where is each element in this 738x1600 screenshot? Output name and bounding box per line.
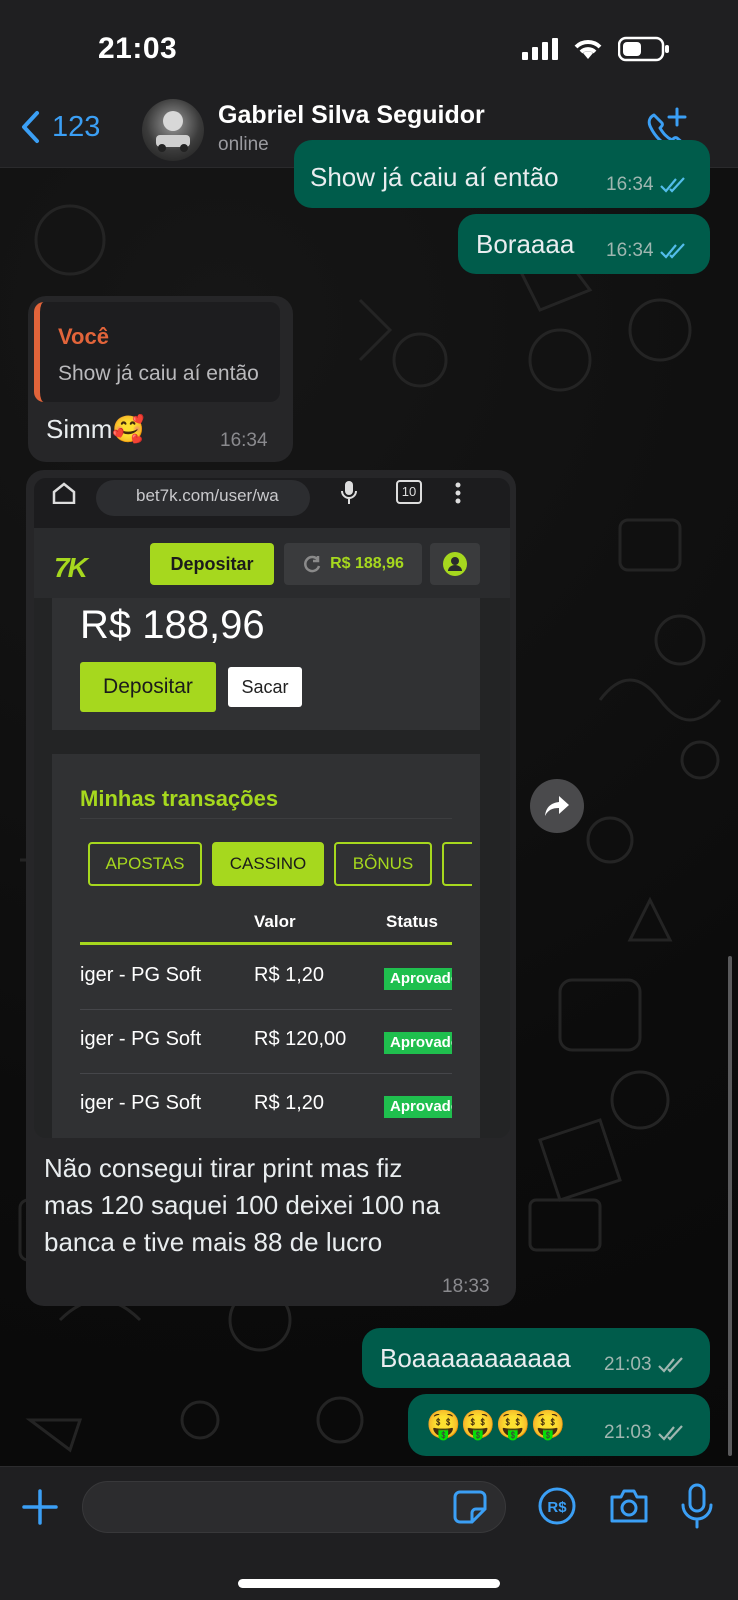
table-row: iger - PG Soft R$ 120,00 Aprovado: [80, 1010, 452, 1074]
cell-game: iger - PG Soft: [80, 964, 202, 986]
browser-url-bar: bet7k.com/user/wa 10: [34, 478, 510, 528]
tab-partial: [442, 842, 472, 886]
scrollbar[interactable]: [728, 956, 732, 1456]
balance-card: R$ 188,96 Depositar Sacar: [52, 598, 480, 730]
more-vert-icon: [455, 482, 461, 504]
timestamp: 18:33: [442, 1276, 490, 1297]
message-bubble-in[interactable]: bet7k.com/user/wa 10 7K Depositar R$ 188…: [26, 470, 516, 1306]
transactions-card: Minhas transações APOSTAS CASSINO BÔNUS …: [52, 754, 480, 1138]
status-bar: 21:03: [0, 0, 738, 95]
cell-game: iger - PG Soft: [80, 1028, 202, 1050]
reply-text: Show já caiu aí então: [58, 362, 259, 385]
wifi-icon: [574, 40, 602, 59]
divider: [80, 818, 452, 819]
double-check-icon: [657, 1425, 683, 1441]
message-bubble-out[interactable]: Boaaaaaaaaaaa 21:03: [362, 1328, 710, 1388]
microphone-icon[interactable]: [680, 1483, 714, 1529]
tab-cassino: CASSINO: [212, 842, 324, 886]
image-caption: Não consegui tirar print mas fiz mas 120…: [44, 1153, 441, 1257]
message-time: 21:03: [604, 1422, 686, 1444]
message-time: 16:34: [606, 240, 688, 262]
home-icon: [52, 482, 76, 504]
brand-logo: 7K: [54, 552, 88, 583]
message-bubble-out[interactable]: Boraaaa 16:34: [458, 214, 710, 274]
reply-author: Você: [58, 324, 109, 349]
transactions-title: Minhas transações: [80, 786, 279, 811]
camera-icon[interactable]: [608, 1487, 650, 1525]
cell-game: iger - PG Soft: [80, 1092, 202, 1114]
back-button[interactable]: 123: [20, 110, 100, 144]
message-text: Boaaaaaaaaaaa: [380, 1343, 571, 1373]
cell-value: R$ 1,20: [254, 1092, 325, 1114]
message-time: 16:34: [606, 174, 688, 196]
withdraw-button: Sacar: [228, 667, 302, 707]
message-input-bar: R$: [0, 1466, 738, 1600]
nav-user-button: [430, 543, 480, 585]
unread-count: 123: [52, 110, 101, 143]
forward-icon: [545, 796, 569, 816]
site-navbar: 7K Depositar R$ 188,96: [34, 528, 510, 598]
message-time: 16:34: [220, 430, 268, 452]
message-text: Boraaaa: [476, 229, 575, 259]
avatar[interactable]: [142, 99, 204, 161]
table-row: iger - PG Soft R$ 1,20 Aprovado: [80, 946, 452, 1010]
status-badge: Aprovado: [384, 1096, 452, 1118]
timestamp: 21:03: [604, 1354, 652, 1375]
svg-text:R$: R$: [547, 1499, 567, 1516]
message-bubble-out[interactable]: 🤑🤑🤑🤑 21:03: [408, 1394, 710, 1456]
timestamp: 16:34: [606, 174, 654, 195]
table-row: iger - PG Soft R$ 1,20 Aprovado: [80, 1074, 452, 1138]
forward-button[interactable]: [530, 779, 584, 833]
tab-count: 10: [396, 480, 422, 504]
status-icons: [522, 36, 670, 62]
column-header-valor: Valor: [254, 912, 296, 931]
refresh-icon: [304, 555, 321, 573]
message-input[interactable]: [82, 1481, 506, 1533]
message-time: 18:33: [442, 1276, 490, 1298]
contact-status: online: [218, 134, 269, 155]
message-text: Show já caiu aí então: [310, 162, 559, 192]
deposit-button: Depositar: [80, 662, 216, 712]
column-header-status: Status: [386, 912, 438, 931]
image-attachment[interactable]: bet7k.com/user/wa 10 7K Depositar R$ 188…: [34, 478, 510, 1138]
status-time: 21:03: [98, 32, 178, 65]
microphone-icon: [341, 481, 357, 504]
header-underline: [80, 942, 452, 945]
tab-bonus: BÔNUS: [334, 842, 432, 886]
nav-balance: R$ 188,96: [284, 543, 422, 585]
url-field: bet7k.com/user/wa: [96, 480, 310, 516]
battery-icon: [618, 36, 669, 62]
home-indicator: [238, 1579, 500, 1588]
tab-apostas: APOSTAS: [88, 842, 202, 886]
message-text: Simm🥰: [46, 414, 145, 444]
contact-name[interactable]: Gabriel Silva Seguidor: [218, 101, 485, 130]
double-check-icon: [659, 177, 685, 193]
user-icon: [443, 552, 467, 576]
nav-balance-value: R$ 188,96: [330, 555, 404, 572]
balance-amount: R$ 188,96: [80, 603, 265, 647]
double-check-icon: [659, 243, 685, 259]
message-bubble-in[interactable]: Você Show já caiu aí então Simm🥰 16:34: [28, 296, 293, 462]
pix-payment-icon[interactable]: R$: [538, 1487, 576, 1525]
message-text: 🤑🤑🤑🤑: [426, 1409, 566, 1440]
nav-deposit-button: Depositar: [150, 543, 274, 585]
timestamp: 21:03: [604, 1422, 652, 1443]
message-bubble-out[interactable]: Show já caiu aí então 16:34: [294, 140, 710, 208]
status-badge: Aprovado: [384, 1032, 452, 1054]
cell-value: R$ 1,20: [254, 964, 325, 986]
chevron-left-icon: [22, 111, 39, 143]
timestamp: 16:34: [220, 430, 268, 451]
quoted-reply[interactable]: Você Show já caiu aí então: [34, 302, 280, 402]
message-time: 21:03: [604, 1354, 686, 1376]
double-check-icon: [657, 1357, 683, 1373]
plus-icon[interactable]: [20, 1487, 60, 1527]
status-badge: Aprovado: [384, 968, 452, 990]
cell-value: R$ 120,00: [254, 1028, 347, 1050]
timestamp: 16:34: [606, 240, 654, 261]
sticker-icon[interactable]: [452, 1489, 488, 1525]
signal-icon: [522, 38, 558, 60]
